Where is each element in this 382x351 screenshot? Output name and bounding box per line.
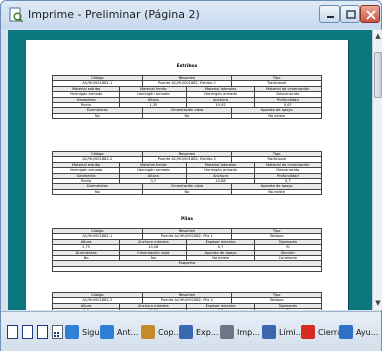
table-cell: 0,7: [186, 308, 255, 310]
table-row: 2,810,280,7Sí: [51, 308, 323, 310]
help-icon: [339, 325, 353, 339]
table-row: AC/HU/001882-2 Puente AC/HU/001882, Estri…: [52, 156, 322, 163]
table-cell: No: [141, 112, 233, 120]
table-header-row: Durmientes Cimentación vista Aparato de ap…: [52, 183, 322, 190]
record-table: Código Resumen Tipo AC/HU/001882-1 Puente AC…: [51, 74, 323, 120]
print-preview-window: Imprime - Preliminar (Página 2) Estribos…: [0, 0, 382, 351]
table-row: AC/HU/001882-1 Puente AC/HU/001882, Pila …: [52, 233, 322, 240]
button-label: Exp...: [196, 327, 219, 337]
minimize-button[interactable]: [319, 5, 340, 23]
one-page-view-icon[interactable]: [7, 325, 18, 339]
cierra-button[interactable]: Cierra: [301, 321, 342, 343]
minimize-icon: [327, 16, 334, 18]
close-window-button[interactable]: [360, 5, 380, 23]
table-cell: No existe: [231, 188, 322, 196]
report-page: Estribos Código Resumen Tipo AC/HU/001882-1 P…: [26, 40, 348, 310]
table-cell: No existe: [231, 112, 322, 120]
title-bar[interactable]: Imprime - Preliminar (Página 2): [1, 1, 381, 29]
close-icon: [301, 325, 315, 339]
preview-viewport[interactable]: Estribos Código Resumen Tipo AC/HU/001882-1 P…: [8, 30, 372, 310]
table-cell: No: [141, 188, 233, 196]
table-cell: No: [52, 188, 143, 196]
table-row: No No No existe: [52, 188, 322, 196]
document-preview-icon: [9, 7, 23, 23]
table-cell: Sí: [253, 308, 323, 310]
section-title: Estribos: [176, 64, 198, 69]
next-page-icon: [65, 325, 79, 339]
imprimir-button[interactable]: Imp...: [220, 321, 260, 343]
button-label: Ant...: [117, 327, 139, 337]
table-row: AC/HU/001882-2 Puente AC/HU/001882, Pila …: [52, 297, 322, 304]
button-label: Cop...: [158, 327, 182, 337]
section-title: Pilas: [180, 217, 194, 222]
vertical-scrollbar[interactable]: ▲ ▼: [372, 30, 382, 310]
page-setup-icon: [262, 325, 276, 339]
button-label: Lími...: [279, 327, 304, 337]
two-page-view-icon[interactable]: [22, 325, 33, 339]
maximize-icon: [346, 10, 356, 19]
copiar-button[interactable]: Cop...: [141, 321, 181, 343]
preview-toolbar: Sigu... Ant... Cop... Exp... Imp... Lími... Ci…: [1, 311, 381, 351]
button-label: Imp...: [237, 327, 260, 337]
grid-icon: [54, 332, 59, 337]
printer-icon: [220, 325, 234, 339]
record-table: Código Resumen Tipo AC/HU/001882-2 Puente AC…: [51, 150, 323, 196]
button-label: Ayu...: [356, 327, 379, 337]
export-icon: [179, 325, 193, 339]
table-cell: No: [52, 112, 143, 120]
table-cell: 2,8: [51, 308, 121, 310]
scroll-down-icon[interactable]: ▼: [374, 298, 382, 308]
multi-page-view-icon[interactable]: [52, 325, 63, 339]
scroll-thumb[interactable]: [374, 52, 382, 98]
table-row: AC/HU/001882-1 Puente AC/HU/001882, Estri…: [52, 80, 322, 87]
table-cell: 10,28: [119, 308, 188, 310]
exportar-button[interactable]: Exp...: [179, 321, 219, 343]
limites-button[interactable]: Lími...: [262, 321, 303, 343]
anterior-button[interactable]: Ant...: [100, 321, 138, 343]
window-title: Imprime - Preliminar (Página 2): [28, 8, 200, 21]
table-header-row: Durmientes Cimentación vista Aparato de ap…: [52, 107, 322, 114]
scroll-up-icon[interactable]: ▲: [374, 31, 382, 41]
table-cell: [52, 265, 322, 272]
ayuda-button[interactable]: Ayu...: [339, 321, 378, 343]
maximize-button[interactable]: [340, 5, 360, 23]
record-table: Código Resumen Tipo AC/HU/001882-2 Puente AC…: [51, 291, 323, 310]
three-page-view-icon[interactable]: [37, 325, 48, 339]
copy-icon: [141, 325, 155, 339]
close-icon: [366, 10, 376, 20]
table-row: No No No existe: [52, 112, 322, 120]
prev-page-icon: [100, 325, 114, 339]
record-table: Código Resumen Tipo AC/HU/001882-1 Puente AC…: [51, 227, 323, 272]
table-row: [52, 265, 322, 272]
